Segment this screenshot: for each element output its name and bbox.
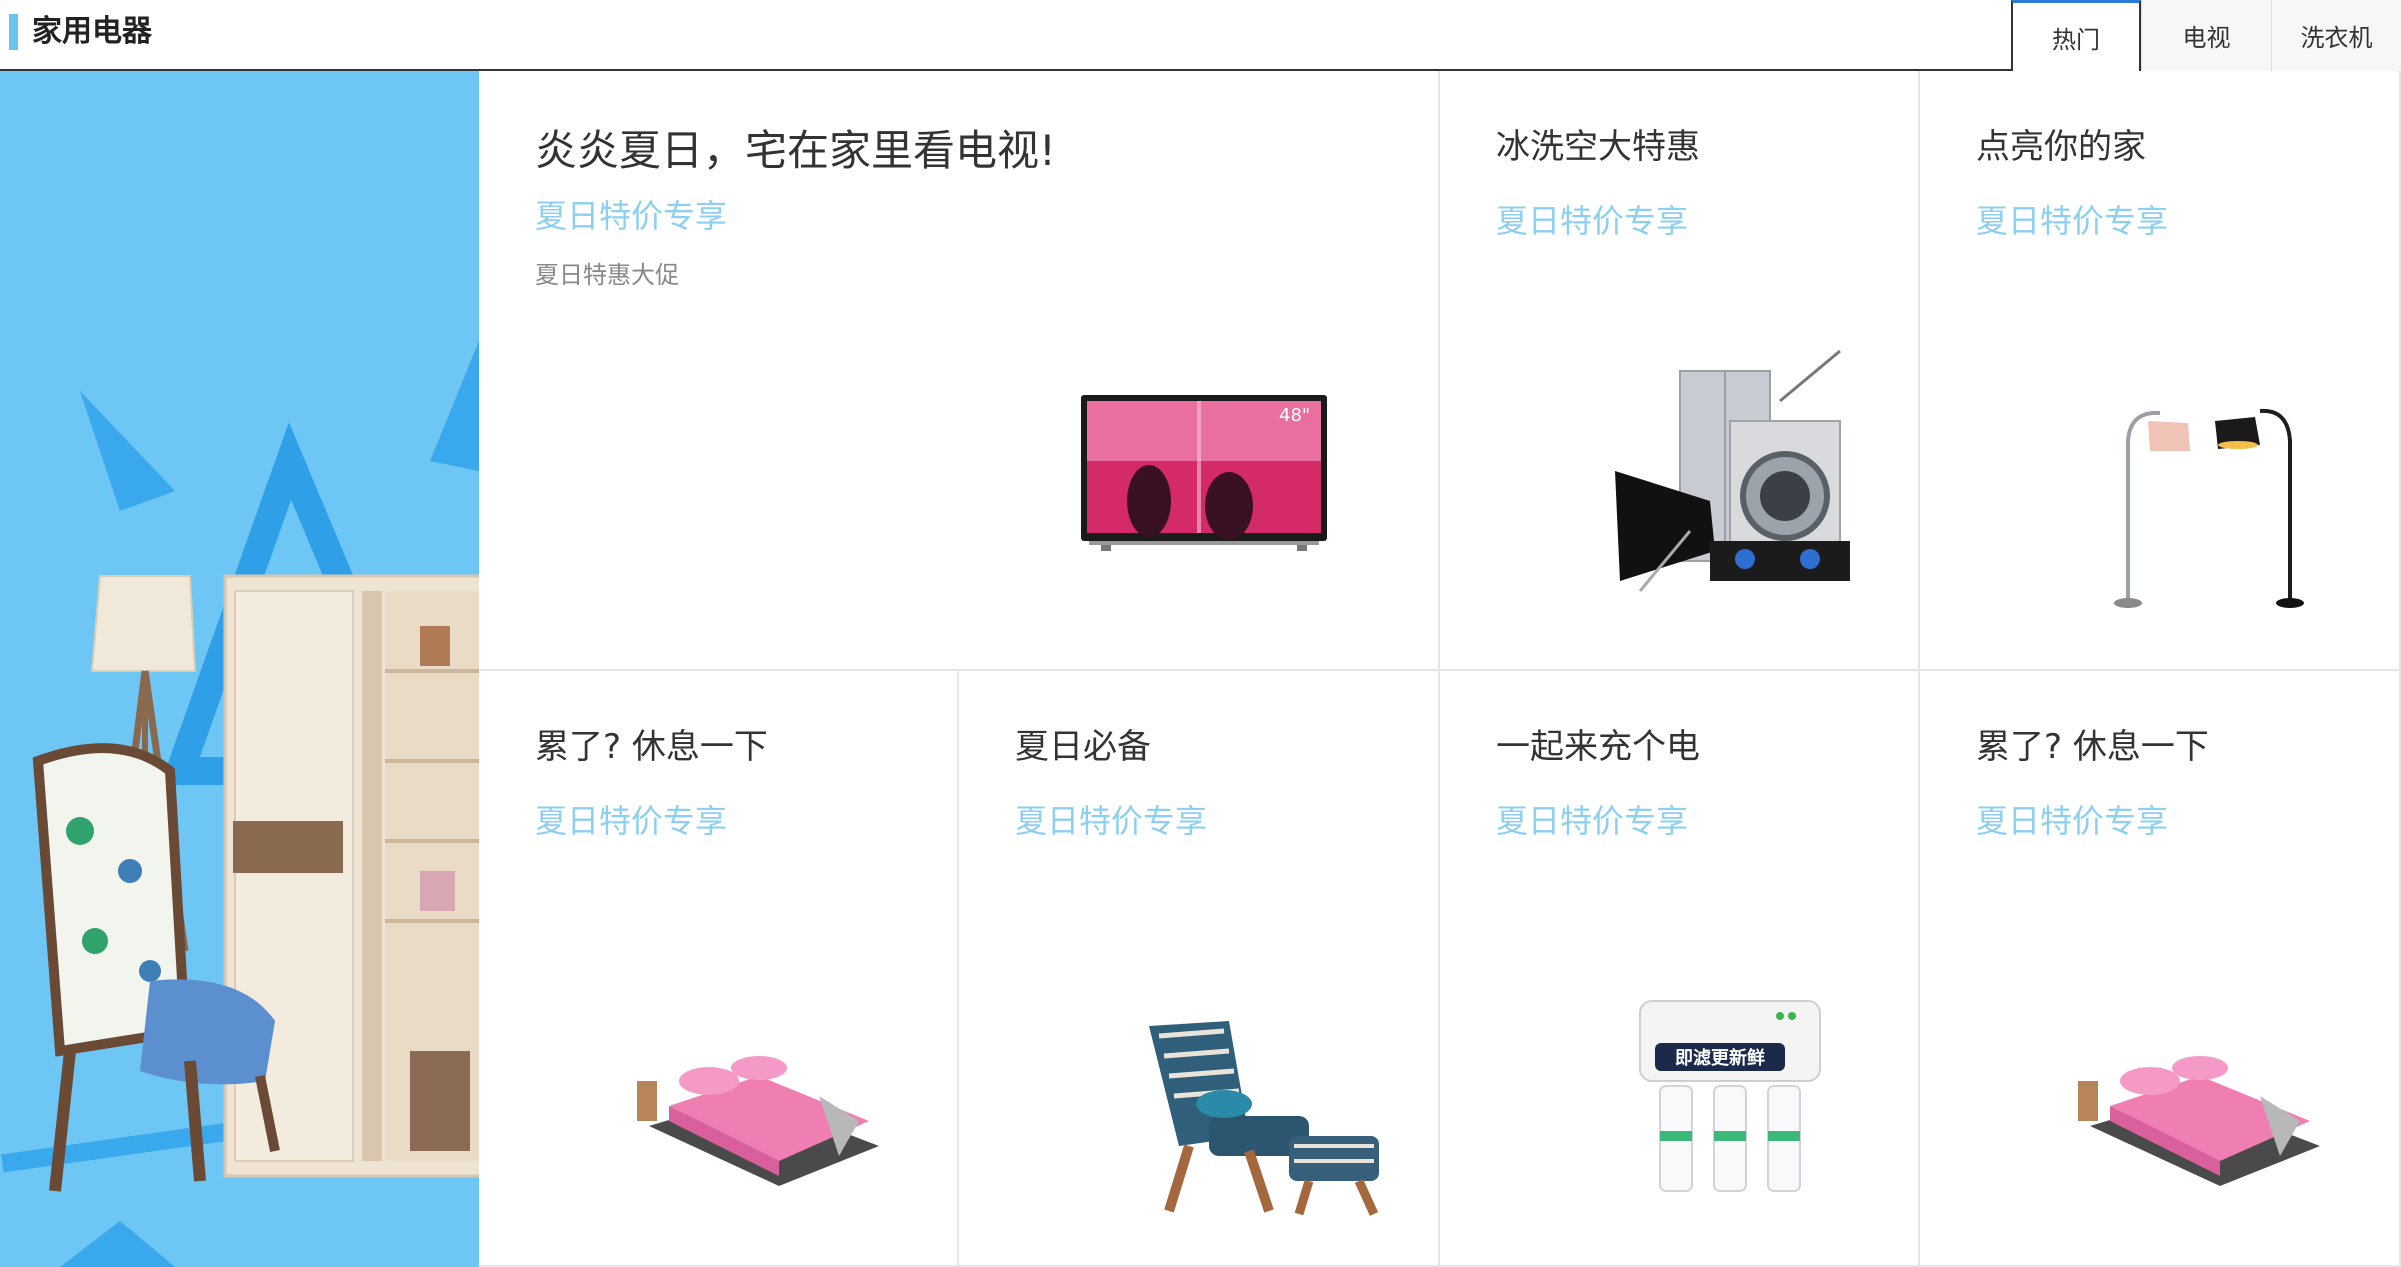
promo-title: 夏日必备 bbox=[1015, 727, 1151, 767]
promo-title: 点亮你的家 bbox=[1976, 127, 2146, 167]
promo-subtitle[interactable]: 夏日特价专享 bbox=[1015, 796, 1207, 842]
section-title: 家用电器 bbox=[32, 14, 152, 49]
tv-icon: 48" bbox=[1081, 395, 1327, 551]
category-tabs: 热门 电视 洗衣机 bbox=[2011, 0, 2401, 73]
promo-description: 夏日特惠大促 bbox=[535, 261, 679, 289]
promo-card-bed-2[interactable]: 累了? 休息一下 夏日特价专享 bbox=[1920, 671, 2401, 1267]
promo-title: 一起来充个电 bbox=[1496, 727, 1700, 767]
promo-title: 累了? 休息一下 bbox=[1976, 727, 2209, 767]
hero-banner[interactable] bbox=[0, 71, 479, 1267]
promo-subtitle[interactable]: 夏日特价专享 bbox=[1496, 196, 1688, 242]
water-purifier-icon: 即滤更新鲜 bbox=[1639, 1000, 1821, 1192]
promo-card-lighting[interactable]: 点亮你的家 夏日特价专享 bbox=[1920, 71, 2401, 671]
promo-card-main[interactable]: 炎炎夏日，宅在家里看电视! 夏日特价专享 夏日特惠大促 48" bbox=[479, 71, 1440, 671]
promo-title: 累了? 休息一下 bbox=[535, 727, 768, 767]
tab-washing-machine[interactable]: 洗衣机 bbox=[2271, 0, 2401, 71]
promo-title: 冰洗空大特惠 bbox=[1496, 127, 1700, 167]
promo-subtitle[interactable]: 夏日特价专享 bbox=[535, 191, 727, 237]
hero-illustration bbox=[0, 71, 479, 1267]
floor-lamp-icon bbox=[2114, 408, 2304, 608]
promo-subtitle[interactable]: 夏日特价专享 bbox=[1496, 796, 1688, 842]
title-accent-bar bbox=[9, 14, 18, 50]
promo-title: 炎炎夏日，宅在家里看电视! bbox=[535, 126, 1056, 175]
section-header: 家用电器 热门 电视 洗衣机 bbox=[0, 0, 2401, 73]
tv-size-badge: 48" bbox=[1279, 405, 1310, 426]
promo-grid: 炎炎夏日，宅在家里看电视! 夏日特价专享 夏日特惠大促 48" 冰洗空大特惠 夏… bbox=[479, 71, 2401, 1267]
promo-card-appliances[interactable]: 冰洗空大特惠 夏日特价专享 bbox=[1440, 71, 1920, 671]
tab-tv[interactable]: 电视 bbox=[2141, 0, 2271, 71]
promo-subtitle[interactable]: 夏日特价专享 bbox=[1976, 796, 2168, 842]
promo-card-purifier[interactable]: 一起来充个电 夏日特价专享 即滤更新鲜 bbox=[1440, 671, 1920, 1267]
promo-card-chair[interactable]: 夏日必备 夏日特价专享 bbox=[959, 671, 1440, 1267]
appliances-icon bbox=[1615, 349, 1850, 592]
promo-card-bed-1[interactable]: 累了? 休息一下 夏日特价专享 bbox=[479, 671, 959, 1267]
bed-icon bbox=[2078, 1056, 2320, 1186]
bed-icon bbox=[637, 1056, 879, 1186]
promo-subtitle[interactable]: 夏日特价专享 bbox=[1976, 196, 2168, 242]
tab-hot[interactable]: 热门 bbox=[2011, 0, 2141, 73]
lounge-chair-icon bbox=[1149, 1021, 1379, 1216]
purifier-label: 即滤更新鲜 bbox=[1675, 1047, 1765, 1069]
promo-subtitle[interactable]: 夏日特价专享 bbox=[535, 796, 727, 842]
